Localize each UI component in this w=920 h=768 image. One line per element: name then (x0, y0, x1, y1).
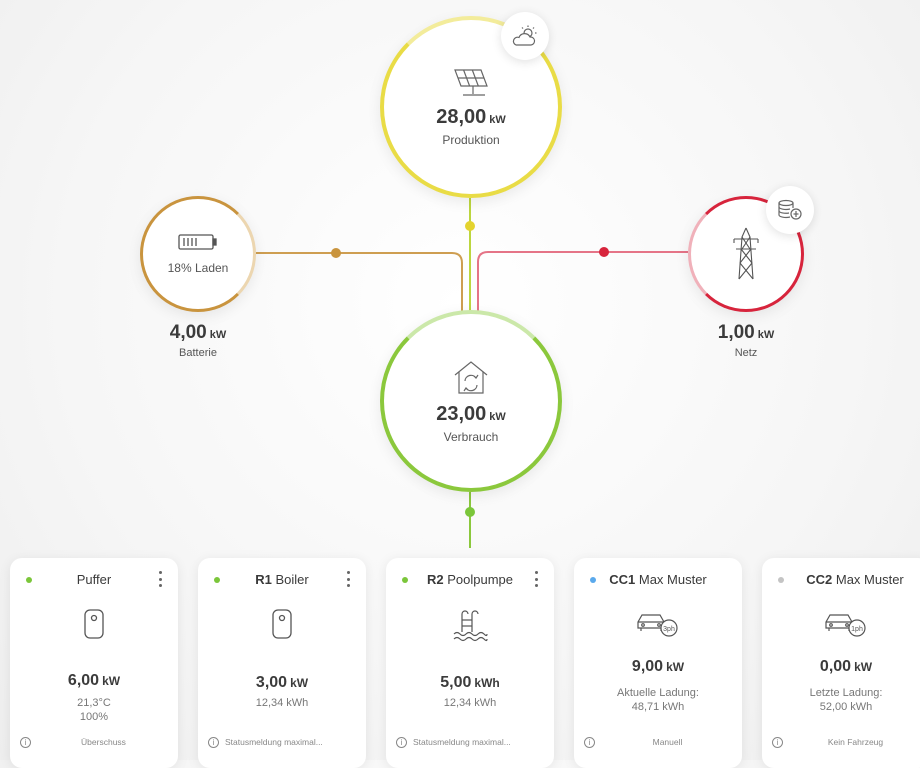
battery-value: 4,00 kW (169, 322, 227, 343)
device-details: 21,3°C 100% (77, 697, 111, 723)
device-value: 6,00 kW (67, 672, 121, 689)
solar-flow-dot (465, 221, 475, 231)
grid-flow-dot (599, 247, 609, 257)
weather-badge[interactable] (501, 12, 549, 60)
device-title: CC1 Max Muster (609, 572, 707, 587)
info-icon[interactable]: i (20, 736, 31, 748)
car-3ph-icon: 3ph (637, 614, 678, 637)
device-title: CC2 Max Muster (806, 572, 904, 587)
device-footer: i Kein Fahrzeug (772, 734, 920, 750)
device-footer: i Überschuss (20, 734, 170, 750)
consumption-label: Verbrauch (443, 429, 499, 444)
info-icon[interactable]: i (208, 736, 219, 748)
car-1ph-icon: 1ph (825, 614, 866, 637)
partly-cloudy-icon (512, 25, 537, 46)
consumption-node[interactable]: 23,00 kW Verbrauch (380, 310, 562, 492)
device-card-cc2[interactable]: CC2 Max Muster 1ph 0,00 kW Letzte Ladung:… (762, 558, 920, 768)
device-card-r2-poolpumpe[interactable]: R2 Poolpumpe 5,00 kWh 12,34 kWh i Statusm… (386, 558, 554, 768)
device-footer: i Statusmeldung maximal... (208, 734, 358, 750)
tariff-badge[interactable] (766, 186, 814, 234)
device-title: Puffer (76, 572, 112, 587)
house-icon (454, 360, 488, 394)
device-footer: i Statusmeldung maximal... (396, 734, 546, 750)
info-icon[interactable]: i (584, 736, 595, 748)
grid-value: 1,00 kW (717, 322, 775, 343)
device-value: 9,00 kW (631, 658, 685, 675)
device-details: Aktuelle Ladung: 48,71 kWh (617, 687, 699, 713)
battery-node[interactable]: 18% Laden (140, 196, 256, 312)
grid-label: Netz (734, 347, 758, 359)
boiler-icon (272, 609, 292, 639)
svg-text:3ph: 3ph (663, 626, 675, 633)
device-card-r1-boiler[interactable]: R1 Boiler 3,00 kW 12,34 kWh i Statusmeldu… (198, 558, 366, 768)
device-value: 3,00 kW (255, 674, 309, 691)
coins-icon (778, 199, 802, 220)
info-icon[interactable]: i (396, 736, 407, 748)
consumption-flow-dot (465, 507, 475, 517)
kebab-menu-icon[interactable] (342, 568, 354, 590)
solar-panel-icon (454, 68, 488, 96)
production-label: Produktion (442, 132, 500, 147)
device-title: R1 Boiler (255, 572, 309, 587)
battery-summary: 4,00 kW Batterie (118, 322, 278, 359)
buffer-tank-icon (84, 609, 104, 639)
device-title: R2 Poolpumpe (426, 572, 514, 587)
kebab-menu-icon[interactable] (154, 568, 166, 590)
battery-flow-dot (331, 248, 341, 258)
info-icon[interactable]: i (772, 736, 783, 748)
device-details: 12,34 kWh (443, 697, 497, 709)
pool-icon (453, 610, 488, 642)
consumption-value: 23,00 kW (436, 402, 506, 425)
svg-text:1ph: 1ph (851, 626, 863, 633)
device-details: Letzte Ladung: 52,00 kWh (809, 687, 883, 713)
device-card-puffer[interactable]: Puffer 6,00 kW 21,3°C 100% i Überschuss (10, 558, 178, 768)
grid-summary: 1,00 kW Netz (666, 322, 826, 359)
device-details: 12,34 kWh (255, 697, 309, 709)
battery-icon (178, 234, 217, 250)
production-value: 28,00 kW (436, 105, 506, 128)
battery-status: 18% Laden (167, 261, 229, 275)
device-card-cc1[interactable]: CC1 Max Muster 3ph 9,00 kW Aktuelle Ladun… (574, 558, 742, 768)
device-value: 0,00 kW (819, 658, 873, 675)
power-pylon-icon (733, 227, 759, 280)
battery-label: Batterie (179, 347, 217, 359)
device-value: 5,00 kWh (440, 674, 500, 691)
device-footer: i Manuell (584, 734, 734, 750)
kebab-menu-icon[interactable] (530, 568, 542, 590)
